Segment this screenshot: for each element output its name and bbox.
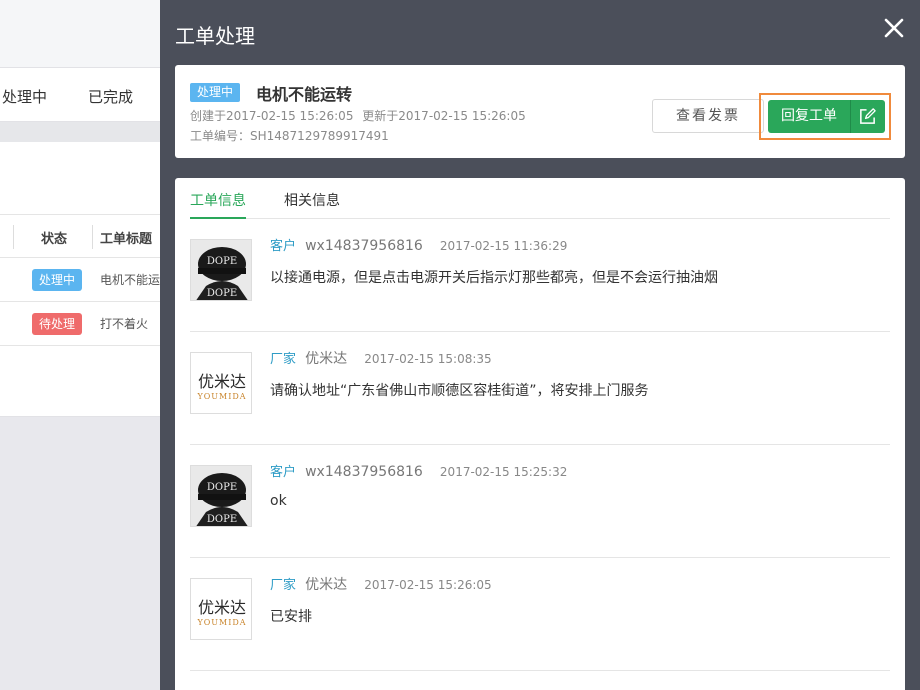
ticket-drawer: 工单处理 处理中 电机不能运转 创建于2017-02-15 15:26:05 更… <box>160 0 920 690</box>
sender-name: wx14837956816 <box>305 238 423 254</box>
drawer-title: 工单处理 <box>175 24 255 48</box>
logo-text-en: YOUMIDA <box>196 618 246 627</box>
message-time: 2017-02-15 11:36:29 <box>439 239 568 253</box>
list-item: DOPE DOPE 客户 wx14837956816 2017-02-15 15… <box>190 445 890 558</box>
sender-role: 客户 <box>270 465 297 480</box>
avatar-text-top: DOPE <box>207 482 237 493</box>
message-header: 客户 wx14837956816 2017-02-15 11:36:29 <box>270 235 567 254</box>
ticket-summary-card: 处理中 电机不能运转 创建于2017-02-15 15:26:05 更新于201… <box>175 65 905 158</box>
reply-button-label: 回复工单 <box>781 108 837 124</box>
created-time: 创建于2017-02-15 15:26:05 <box>190 109 354 123</box>
ticket-timestamps: 创建于2017-02-15 15:26:05 更新于2017-02-15 15:… <box>190 107 526 124</box>
ticket-number: 工单编号：SH1487129789917491 <box>190 129 389 143</box>
sender-name: 优米达 <box>305 577 348 593</box>
background-page: 处理中 已完成 状态 工单标题 处理中 电机不能运转 待处理 打不着火 <box>0 0 172 690</box>
updated-time: 更新于2017-02-15 15:26:05 <box>362 109 526 123</box>
sender-name: wx14837956816 <box>305 464 423 480</box>
message-text: 已安排 <box>270 609 312 625</box>
youmida-logo: 优米达 YOUMIDA <box>190 352 252 414</box>
edit-icon[interactable] <box>858 107 877 126</box>
button-divider <box>850 100 851 133</box>
table-row[interactable]: 待处理 打不着火 <box>0 302 160 346</box>
background-topbar <box>0 0 160 68</box>
tab-completed[interactable]: 已完成 <box>88 86 133 107</box>
column-separator <box>92 225 93 249</box>
close-icon[interactable] <box>882 16 906 40</box>
table-header: 状态 工单标题 <box>0 214 160 258</box>
ticket-table: 状态 工单标题 处理中 电机不能运转 待处理 打不着火 <box>0 142 172 417</box>
sender-role: 厂家 <box>270 578 297 593</box>
logo-text-en: YOUMIDA <box>196 392 246 401</box>
sender-name: 优米达 <box>305 351 348 367</box>
message-text: 请确认地址“广东省佛山市顺德区容桂街道”，将安排上门服务 <box>270 383 649 399</box>
logo-text-cn: 优米达 <box>198 598 246 617</box>
ticket-title: 电机不能运转 <box>256 85 353 104</box>
header-title: 工单标题 <box>100 232 153 247</box>
message-text: ok <box>270 493 287 509</box>
status-badge: 待处理 <box>32 313 83 335</box>
sender-role: 厂家 <box>270 352 297 367</box>
message-header: 客户 wx14837956816 2017-02-15 15:25:32 <box>270 461 567 480</box>
column-separator <box>13 225 14 249</box>
divider-band <box>0 122 160 142</box>
avatar-text-bottom: DOPE <box>207 514 237 525</box>
reply-highlight: 回复工单 <box>759 93 891 140</box>
avatar-text-top: DOPE <box>207 256 237 267</box>
detail-tabs: 工单信息 相关信息 <box>190 178 890 219</box>
tab-processing[interactable]: 处理中 <box>2 86 47 107</box>
row-title: 打不着火 <box>100 317 149 331</box>
ticket-detail-card: 工单信息 相关信息 DOPE DOPE 客户 wx14837956816 201… <box>175 178 905 690</box>
header-status: 状态 <box>41 232 68 247</box>
message-time: 2017-02-15 15:08:35 <box>364 352 492 366</box>
message-header: 厂家 优米达 2017-02-15 15:08:35 <box>270 348 492 368</box>
status-badge: 处理中 <box>190 83 241 102</box>
tab-ticket-info[interactable]: 工单信息 <box>190 190 246 210</box>
view-invoice-button[interactable]: 查看发票 <box>652 99 764 133</box>
list-item: 优米达 YOUMIDA 厂家 优米达 2017-02-15 15:08:35 请… <box>190 332 890 445</box>
message-time: 2017-02-15 15:26:05 <box>364 578 492 592</box>
message-header: 厂家 优米达 2017-02-15 15:26:05 <box>270 574 492 594</box>
dope-avatar: DOPE DOPE <box>190 465 252 527</box>
logo-text-cn: 优米达 <box>198 372 246 391</box>
list-item: DOPE DOPE 客户 wx14837956816 2017-02-15 11… <box>190 219 890 332</box>
message-time: 2017-02-15 15:25:32 <box>439 465 568 479</box>
background-tabs: 处理中 已完成 <box>0 68 160 122</box>
sender-role: 客户 <box>270 239 297 254</box>
reply-ticket-button[interactable]: 回复工单 <box>768 100 885 133</box>
youmida-logo: 优米达 YOUMIDA <box>190 578 252 640</box>
tab-related-info[interactable]: 相关信息 <box>284 190 340 210</box>
table-row[interactable]: 处理中 电机不能运转 <box>0 258 172 302</box>
avatar-text-bottom: DOPE <box>207 288 237 299</box>
status-badge: 处理中 <box>32 269 83 291</box>
dope-avatar: DOPE DOPE <box>190 239 252 301</box>
message-text: 以接通电源，但是点击电源开关后指示灯那些都亮，但是不会运行抽油烟 <box>270 270 718 286</box>
list-item: 优米达 YOUMIDA 厂家 优米达 2017-02-15 15:26:05 已… <box>190 558 890 671</box>
